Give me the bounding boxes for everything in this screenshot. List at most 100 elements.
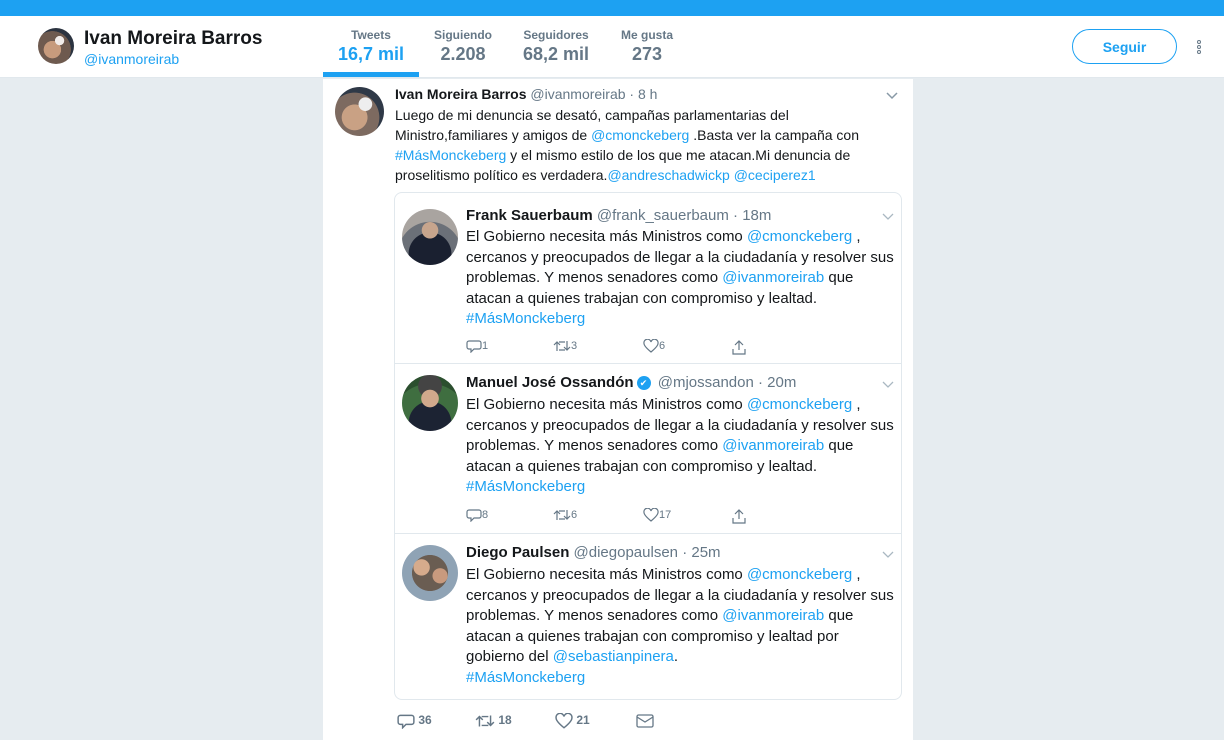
- chevron-down-icon[interactable]: [882, 210, 894, 222]
- embedded-thread[interactable]: Frank Sauerbaum @frank_sauerbaum · 18m E…: [394, 192, 902, 700]
- embedded-tweet[interactable]: Manuel José Ossandón ✔ @mjossandon · 20m …: [395, 363, 901, 533]
- share-action[interactable]: [732, 508, 746, 524]
- retweet-icon: [553, 341, 571, 351]
- embedded-timestamp[interactable]: · 25m: [682, 544, 720, 561]
- stat-likes[interactable]: Me gusta 273: [612, 28, 682, 65]
- retweet-action[interactable]: 6: [553, 508, 577, 522]
- embedded-timestamp[interactable]: · 18m: [733, 207, 771, 224]
- tweet-timestamp[interactable]: · 8 h: [629, 86, 657, 102]
- embedded-timestamp[interactable]: · 20m: [758, 374, 796, 391]
- mention-link[interactable]: @ivanmoreirab: [722, 269, 824, 286]
- stat-value: 2.208: [440, 44, 486, 64]
- active-tab-indicator: [323, 72, 419, 77]
- tweet-author-avatar[interactable]: [335, 87, 384, 136]
- embedded-author-avatar[interactable]: [402, 375, 458, 431]
- like-action[interactable]: 6: [643, 338, 665, 353]
- stat-value: 68,2 mil: [522, 44, 590, 64]
- share-icon: [732, 340, 746, 355]
- mention-link[interactable]: @ivanmoreirab: [722, 607, 824, 624]
- mention-link[interactable]: @ivanmoreirab: [722, 437, 824, 454]
- like-count: 17: [659, 508, 672, 521]
- embedded-tweet-text: El Gobierno necesita más Ministros como …: [466, 565, 896, 689]
- embedded-tweet[interactable]: Diego Paulsen @diegopaulsen · 25m El Gob…: [395, 533, 901, 699]
- reply-action[interactable]: 8: [466, 508, 489, 523]
- stat-value: 273: [631, 44, 663, 64]
- chevron-down-icon[interactable]: [882, 378, 894, 390]
- reply-count: 36: [418, 713, 432, 728]
- reply-count: 8: [482, 508, 489, 521]
- mention-link[interactable]: @sebastianpinera: [553, 648, 674, 665]
- reply-action[interactable]: 36: [397, 713, 432, 730]
- embedded-author-name[interactable]: Diego Paulsen: [466, 544, 569, 561]
- embedded-author-avatar[interactable]: [402, 209, 458, 265]
- tweet-text-part: El Gobierno necesita más Ministros como: [466, 396, 747, 413]
- like-count: 21: [576, 713, 590, 728]
- tweet-text-part: .Basta ver la campaña con: [689, 127, 859, 143]
- embedded-author-name[interactable]: Manuel José Ossandón: [466, 374, 634, 391]
- retweet-action[interactable]: 18: [475, 713, 512, 729]
- hashtag-link[interactable]: #MásMonckeberg: [395, 147, 506, 163]
- reply-count: 1: [482, 339, 489, 352]
- stat-value: 16,7 mil: [337, 44, 405, 64]
- more-options-icon[interactable]: [1194, 40, 1204, 56]
- tweet-card: Ivan Moreira Barros @ivanmoreirab · 8 h …: [323, 79, 913, 740]
- embedded-author-name[interactable]: Frank Sauerbaum: [466, 207, 593, 224]
- follow-button[interactable]: Seguir: [1072, 29, 1177, 64]
- mention-link[interactable]: @ceciperez1: [734, 167, 816, 183]
- tweet-text-part: El Gobierno necesita más Ministros como: [466, 228, 747, 245]
- stat-label: Siguiendo: [434, 28, 492, 42]
- like-action[interactable]: 21: [555, 712, 590, 729]
- retweet-icon: [553, 510, 571, 520]
- share-action[interactable]: [732, 339, 746, 355]
- mention-link[interactable]: @cmonckeberg: [591, 127, 689, 143]
- heart-icon: [643, 507, 659, 522]
- retweet-count: 3: [571, 339, 578, 352]
- message-action[interactable]: [636, 713, 654, 728]
- like-action[interactable]: 17: [643, 507, 672, 522]
- mention-link[interactable]: @cmonckeberg: [747, 396, 852, 413]
- stat-label: Seguidores: [523, 28, 589, 42]
- retweet-icon: [475, 715, 495, 727]
- stat-label: Tweets: [351, 28, 391, 42]
- hashtag-link[interactable]: #MásMonckeberg: [466, 478, 585, 495]
- stat-followers[interactable]: Seguidores 68,2 mil: [516, 28, 596, 65]
- reply-icon: [397, 714, 415, 730]
- reply-action[interactable]: 1: [466, 339, 489, 354]
- embedded-tweet-text: El Gobierno necesita más Ministros como …: [466, 395, 896, 498]
- tweet-author-handle[interactable]: @ivanmoreirab: [530, 86, 625, 102]
- profile-nav-bar: Ivan Moreira Barros @ivanmoreirab Tweets…: [0, 16, 1224, 78]
- heart-icon: [643, 338, 659, 353]
- embedded-author-handle[interactable]: @mjossandon: [658, 374, 754, 391]
- profile-avatar[interactable]: [38, 28, 74, 64]
- tweet-author-name[interactable]: Ivan Moreira Barros: [395, 86, 527, 102]
- embedded-tweet-header: Diego Paulsen @diegopaulsen · 25m: [466, 544, 721, 561]
- retweet-count: 18: [498, 713, 512, 728]
- profile-name[interactable]: Ivan Moreira Barros: [84, 28, 262, 50]
- mention-link[interactable]: @andreschadwickp: [607, 167, 729, 183]
- tweet-text: Luego de mi denuncia se desató, campañas…: [395, 105, 865, 185]
- hashtag-link[interactable]: #MásMonckeberg: [466, 310, 585, 327]
- embedded-author-handle[interactable]: @diegopaulsen: [574, 544, 678, 561]
- heart-icon: [555, 712, 573, 729]
- embedded-tweet-header: Frank Sauerbaum @frank_sauerbaum · 18m: [466, 207, 771, 224]
- embedded-author-handle[interactable]: @frank_sauerbaum: [597, 207, 729, 224]
- envelope-icon: [636, 714, 654, 728]
- mention-link[interactable]: @cmonckeberg: [747, 566, 852, 583]
- retweet-count: 6: [571, 508, 578, 521]
- retweet-action[interactable]: 3: [553, 339, 577, 353]
- stat-following[interactable]: Siguiendo 2.208: [423, 28, 503, 65]
- chevron-down-icon[interactable]: [886, 89, 898, 101]
- stat-label: Me gusta: [620, 28, 673, 42]
- embedded-tweet[interactable]: Frank Sauerbaum @frank_sauerbaum · 18m E…: [395, 193, 901, 363]
- stat-tweets[interactable]: Tweets 16,7 mil: [323, 28, 419, 65]
- tweet-text-part: .: [673, 648, 679, 666]
- top-accent-bar: [0, 0, 1224, 16]
- chevron-down-icon[interactable]: [882, 548, 894, 560]
- share-icon: [732, 509, 746, 524]
- mention-link[interactable]: @cmonckeberg: [747, 228, 852, 245]
- hashtag-link[interactable]: #MásMonckeberg: [466, 669, 585, 686]
- verified-badge-icon: ✔: [636, 376, 651, 391]
- embedded-author-avatar[interactable]: [402, 545, 458, 601]
- profile-handle[interactable]: @ivanmoreirab: [84, 51, 179, 67]
- embedded-tweet-header: Manuel José Ossandón ✔ @mjossandon · 20m: [466, 374, 796, 391]
